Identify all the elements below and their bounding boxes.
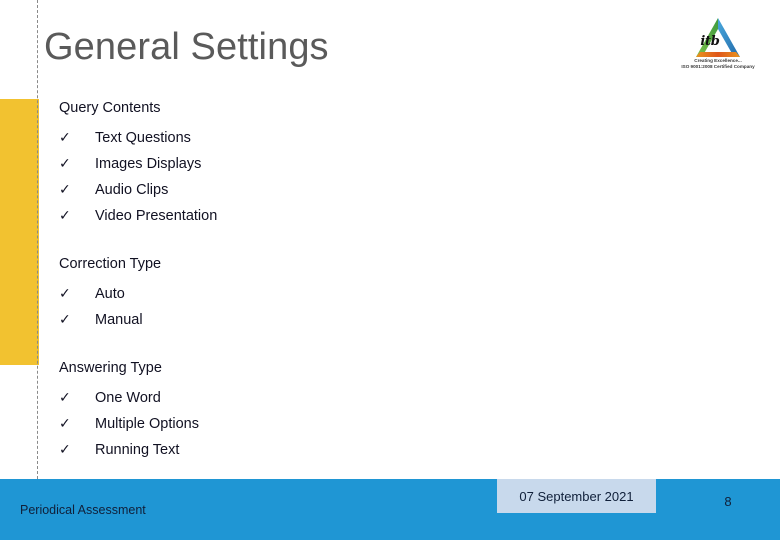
list-item-label: Images Displays xyxy=(95,156,202,172)
check-icon: ✓ xyxy=(59,416,71,432)
list-item-label: Audio Clips xyxy=(95,182,169,198)
settings-group: Correction Type ✓ Auto ✓ Manual xyxy=(59,255,579,333)
yellow-accent-bar xyxy=(0,99,39,365)
list-item-label: Manual xyxy=(95,312,143,328)
check-icon: ✓ xyxy=(59,312,71,328)
checklist: ✓ Text Questions ✓ Images Displays ✓ Audio Cl… xyxy=(59,125,579,229)
footer-note: Periodical Assessment xyxy=(20,503,146,517)
check-icon: ✓ xyxy=(59,156,71,172)
slide-canvas: General Settings Query Contents ✓ Text Que… xyxy=(0,0,780,540)
list-item[interactable]: ✓ One Word xyxy=(59,385,579,411)
list-item[interactable]: ✓ Multiple Options xyxy=(59,411,579,437)
date-box: 07 September 2021 xyxy=(497,479,656,513)
check-icon: ✓ xyxy=(59,208,71,224)
list-item-label: Running Text xyxy=(95,442,180,458)
check-icon: ✓ xyxy=(59,182,71,198)
logo-tagline-line2: ISO 9001:2008 Certified Company xyxy=(681,64,755,69)
check-icon: ✓ xyxy=(59,442,71,458)
list-item[interactable]: ✓ Manual xyxy=(59,307,579,333)
logo-wordmark: itb xyxy=(700,34,720,49)
checklist: ✓ One Word ✓ Multiple Options ✓ Running Text xyxy=(59,385,579,463)
checklist: ✓ Auto ✓ Manual xyxy=(59,281,579,333)
dashed-divider-line xyxy=(37,0,38,479)
date-text: 07 September 2021 xyxy=(519,488,634,504)
group-heading: Query Contents xyxy=(59,100,161,116)
list-item-label: Multiple Options xyxy=(95,416,199,432)
group-heading: Correction Type xyxy=(59,256,162,272)
check-icon: ✓ xyxy=(59,130,71,146)
list-item-label: Auto xyxy=(95,286,125,302)
check-icon: ✓ xyxy=(59,390,71,406)
list-item[interactable]: ✓ Audio Clips xyxy=(59,177,579,203)
list-item[interactable]: ✓ Video Presentation xyxy=(59,203,579,229)
list-item[interactable]: ✓ Auto xyxy=(59,281,579,307)
settings-content: Query Contents ✓ Text Questions ✓ Images Dis… xyxy=(59,99,579,463)
group-heading: Answering Type xyxy=(59,360,162,376)
list-item[interactable]: ✓ Images Displays xyxy=(59,151,579,177)
list-item[interactable]: ✓ Text Questions xyxy=(59,125,579,151)
itb-logo: itb Creating Excellence... ISO 9001:2008… xyxy=(668,14,768,84)
list-item-label: One Word xyxy=(95,390,161,406)
settings-group: Answering Type ✓ One Word ✓ Multiple Options… xyxy=(59,359,579,463)
list-item[interactable]: ✓ Running Text xyxy=(59,437,579,463)
list-item-label: Text Questions xyxy=(95,130,191,146)
settings-group: Query Contents ✓ Text Questions ✓ Images Dis… xyxy=(59,99,579,229)
list-item-label: Video Presentation xyxy=(95,208,218,224)
check-icon: ✓ xyxy=(59,286,71,302)
page-title: General Settings xyxy=(44,26,329,68)
page-number: 8 xyxy=(724,494,732,509)
